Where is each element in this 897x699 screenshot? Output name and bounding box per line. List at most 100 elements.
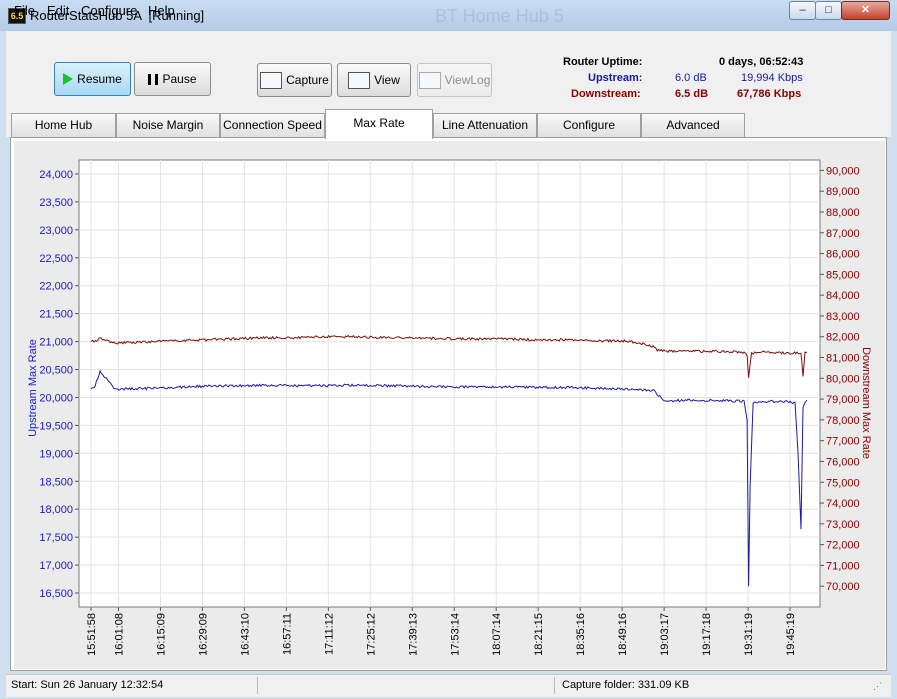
pause-icon — [148, 73, 159, 85]
x-tick-label: 17:39:13 — [407, 613, 419, 656]
upstream-db: 6.0 dB — [675, 72, 707, 84]
right-tick-label: 71,000 — [826, 560, 860, 572]
left-tick-label: 23,000 — [39, 225, 73, 237]
x-tick-label: 16:43:10 — [239, 613, 251, 656]
left-tick-label: 18,000 — [39, 504, 73, 516]
x-tick-label: 17:25:12 — [365, 613, 377, 656]
y2-axis-label: Downstream Max Rate — [860, 347, 872, 459]
maximize-button[interactable]: □ — [815, 1, 842, 20]
menu-help[interactable]: Help — [148, 3, 175, 18]
right-tick-label: 78,000 — [826, 415, 860, 427]
x-tick-label: 19:03:17 — [659, 613, 671, 656]
capture-label: Capture — [286, 73, 329, 87]
right-tick-label: 72,000 — [826, 540, 860, 552]
right-tick-label: 86,000 — [826, 249, 860, 261]
left-tick-label: 22,500 — [39, 253, 73, 265]
background-window-title: BT Home Hub 5 — [435, 6, 564, 26]
left-tick-label: 17,000 — [39, 560, 73, 572]
tab-max-rate[interactable]: Max Rate — [325, 109, 433, 139]
resume-button[interactable]: Resume — [54, 62, 131, 96]
x-axis-ticks: 15:51:58 16:01:08 16:15:09 16:29:09 16:43:10… — [86, 607, 797, 656]
left-tick-label: 24,000 — [39, 169, 73, 181]
downstream-db: 6.5 dB — [675, 88, 709, 100]
y-axis-label: Upstream Max Rate — [27, 339, 39, 437]
tab-home-hub[interactable]: Home Hub — [11, 113, 116, 137]
downstream-rate: 67,786 Kbps — [737, 88, 802, 100]
viewlog-button[interactable]: ViewLog — [417, 63, 492, 97]
x-tick-label: 18:49:16 — [617, 613, 629, 656]
menu-bar — [6, 31, 891, 51]
left-tick-label: 19,500 — [39, 420, 73, 432]
uptime-value: 0 days, 06:52:43 — [719, 56, 804, 68]
menu-file[interactable]: File — [14, 3, 35, 18]
x-tick-label: 15:51:58 — [86, 613, 98, 656]
tab-advanced[interactable]: Advanced — [641, 113, 745, 137]
upstream-rate: 19,994 Kbps — [741, 72, 803, 84]
left-axis-ticks: 24,000 23,500 23,000 22,500 22,000 21,500 21,0… — [39, 169, 79, 600]
right-tick-label: 84,000 — [826, 290, 860, 302]
left-tick-label: 22,000 — [39, 281, 73, 293]
view-button[interactable]: View — [337, 63, 411, 97]
tab-line-attenuation[interactable]: Line Attenuation — [433, 113, 537, 137]
max-rate-chart: 24,000 23,500 23,000 22,500 22,000 21,500 21,0… — [27, 159, 872, 656]
right-tick-label: 90,000 — [826, 165, 860, 177]
plot-area — [78, 159, 821, 608]
status-start: Start: Sun 26 January 12:32:54 — [11, 679, 164, 691]
x-tick-label: 18:35:16 — [575, 613, 587, 656]
x-tick-label: 16:01:08 — [113, 613, 125, 656]
right-tick-label: 70,000 — [826, 581, 860, 593]
pause-button[interactable]: Pause — [134, 62, 211, 96]
x-tick-label: 16:15:09 — [155, 613, 167, 656]
x-tick-label: 18:07:14 — [491, 613, 503, 656]
capture-chart-icon — [260, 71, 283, 89]
x-tick-label: 16:29:09 — [197, 613, 209, 656]
pause-label: Pause — [162, 72, 197, 86]
right-axis-ticks: 90,000 89,000 88,000 87,000 86,000 85,000 84,0… — [820, 165, 860, 593]
left-tick-label: 21,500 — [39, 309, 73, 321]
right-tick-label: 77,000 — [826, 436, 860, 448]
right-tick-label: 80,000 — [826, 373, 860, 385]
left-tick-label: 20,500 — [39, 365, 73, 377]
viewlog-icon — [418, 71, 441, 89]
left-tick-label: 16,500 — [39, 588, 73, 600]
left-tick-label: 17,500 — [39, 532, 73, 544]
right-tick-label: 79,000 — [826, 394, 860, 406]
left-tick-label: 23,500 — [39, 197, 73, 209]
x-tick-label: 19:31:19 — [743, 613, 755, 656]
tab-configure[interactable]: Configure — [537, 113, 641, 137]
x-tick-label: 19:17:18 — [701, 613, 713, 656]
right-tick-label: 88,000 — [826, 207, 860, 219]
right-tick-label: 83,000 — [826, 311, 860, 323]
right-tick-label: 82,000 — [826, 332, 860, 344]
upstream-label: Upstream: — [588, 72, 643, 84]
tab-connection-speed[interactable]: Connection Speed — [220, 113, 325, 137]
right-tick-label: 85,000 — [826, 269, 860, 281]
close-button[interactable]: ✕ — [841, 1, 890, 20]
left-tick-label: 18,500 — [39, 476, 73, 488]
left-tick-label: 20,000 — [39, 392, 73, 404]
status-capture-folder: Capture folder: 331.09 KB — [562, 679, 690, 691]
left-tick-label: 19,000 — [39, 448, 73, 460]
menu-configure[interactable]: Configure — [81, 3, 137, 18]
menu-edit[interactable]: Edit — [47, 3, 69, 18]
downstream-label: Downstream: — [571, 88, 641, 100]
x-tick-label: 18:21:15 — [533, 613, 545, 656]
right-tick-label: 73,000 — [826, 519, 860, 531]
right-tick-label: 81,000 — [826, 353, 860, 365]
play-icon — [63, 73, 74, 85]
right-tick-label: 87,000 — [826, 228, 860, 240]
status-separator — [554, 677, 555, 694]
left-tick-label: 21,000 — [39, 337, 73, 349]
tab-noise-margin[interactable]: Noise Margin — [116, 113, 220, 137]
viewlog-label: ViewLog — [444, 73, 491, 87]
x-tick-label: 17:11:12 — [323, 613, 335, 655]
right-tick-label: 89,000 — [826, 186, 860, 198]
right-tick-label: 75,000 — [826, 477, 860, 489]
resize-grip-icon[interactable]: ⋰ — [873, 681, 887, 693]
right-tick-label: 76,000 — [826, 456, 860, 468]
view-chart-icon — [348, 71, 371, 89]
minimize-button[interactable]: – — [789, 1, 816, 20]
capture-button[interactable]: Capture — [257, 63, 332, 97]
status-separator — [257, 677, 258, 694]
x-tick-label: 17:53:14 — [449, 613, 461, 656]
